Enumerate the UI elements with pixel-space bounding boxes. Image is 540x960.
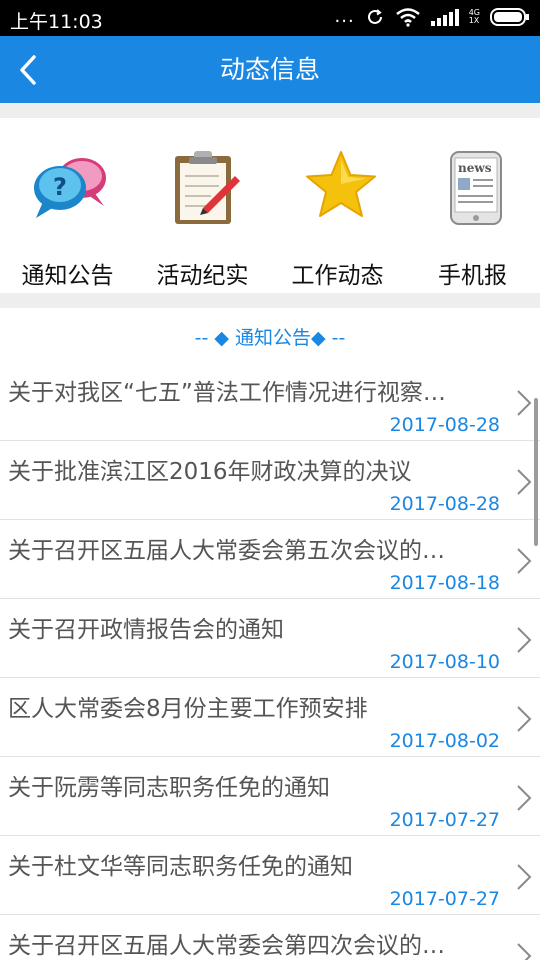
chevron-right-icon [517, 469, 532, 495]
menu-notice-label: 通知公告 [21, 263, 114, 289]
menu-activity-label: 活动纪实 [156, 263, 249, 289]
speech-bubbles-question-icon: ? [34, 158, 106, 218]
svg-text:?: ? [53, 173, 67, 201]
news-date: 2017-08-18 [389, 572, 500, 594]
chevron-right-icon [517, 785, 532, 811]
list-item[interactable]: 关于对我区“七五”普法工作情况进行视察… 2017-08-28 [0, 362, 540, 441]
news-date: 2017-08-02 [389, 730, 500, 752]
status-bar: 上午11:03 ... 4G 1X [0, 0, 540, 36]
list-item[interactable]: 关于阮雳等同志职务任免的通知 2017-07-27 [0, 757, 540, 836]
list-item[interactable]: 关于召开区五届人大常委会第五次会议的… 2017-08-18 [0, 520, 540, 599]
list-item[interactable]: 关于杜文华等同志职务任免的通知 2017-07-27 [0, 836, 540, 915]
menu-notice[interactable]: ? 通知公告 [0, 138, 135, 289]
list-item[interactable]: 关于召开区五届人大常委会第四次会议的… [0, 915, 540, 960]
news-title: 关于召开政情报告会的通知 [8, 617, 284, 643]
battery-icon [490, 8, 529, 26]
news-date: 2017-08-10 [389, 651, 500, 673]
news-date: 2017-07-27 [389, 809, 500, 831]
scrollbar[interactable] [534, 398, 538, 546]
news-title: 区人大常委会8月份主要工作预安排 [8, 696, 368, 722]
list-item[interactable]: 区人大常委会8月份主要工作预安排 2017-08-02 [0, 678, 540, 757]
menu-activity[interactable]: 活动纪实 [135, 138, 270, 289]
news-list: 关于对我区“七五”普法工作情况进行视察… 2017-08-28 关于批准滨江区2… [0, 362, 540, 960]
news-title: 关于批准滨江区2016年财政决算的决议 [8, 459, 412, 485]
signal-icon [430, 9, 459, 26]
news-title: 关于召开区五届人大常委会第五次会议的… [8, 538, 445, 564]
network-sub-label: 1X [468, 16, 480, 25]
news-title: 关于杜文华等同志职务任免的通知 [8, 854, 353, 880]
divider-band [0, 103, 540, 118]
news-title: 关于召开区五届人大常委会第四次会议的… [8, 933, 445, 959]
list-item[interactable]: 关于批准滨江区2016年财政决算的决议 2017-08-28 [0, 441, 540, 520]
network-type: 4G 1X [469, 9, 480, 25]
news-title: 关于阮雳等同志职务任免的通知 [8, 775, 330, 801]
menu-work[interactable]: 工作动态 [270, 138, 405, 289]
star-icon [306, 151, 376, 217]
chevron-right-icon [517, 706, 532, 732]
news-date: 2017-08-28 [389, 493, 500, 515]
status-icons: ... 4G 1X [335, 6, 530, 28]
page-title: 动态信息 [219, 55, 320, 84]
chevron-right-icon [517, 548, 532, 574]
divider-band [0, 293, 540, 308]
chevron-right-icon [517, 627, 532, 653]
news-date: 2017-07-27 [389, 888, 500, 910]
news-phone-icon: news [450, 151, 502, 225]
more-dots-icon: ... [334, 6, 355, 27]
menu-mobile-news-label: 手机报 [438, 263, 507, 289]
wifi-icon [395, 8, 420, 27]
chevron-right-icon [517, 390, 532, 416]
chevron-right-icon [517, 943, 532, 960]
quick-menu: ? 通知公告 活动纪实 工作动态 news 手机报 [0, 118, 540, 293]
title-bar: 动态信息 [0, 36, 540, 103]
list-item[interactable]: 关于召开政情报告会的通知 2017-08-10 [0, 599, 540, 678]
status-time: 上午11:03 [10, 11, 103, 33]
chevron-right-icon [517, 864, 532, 890]
svg-text:news: news [458, 161, 492, 175]
news-title: 关于对我区“七五”普法工作情况进行视察… [8, 380, 446, 406]
section-title: -- ◆ 通知公告◆ -- [194, 327, 346, 349]
menu-work-label: 工作动态 [291, 263, 384, 289]
sync-icon [367, 9, 382, 24]
menu-mobile-news[interactable]: news 手机报 [405, 138, 540, 289]
news-date: 2017-08-28 [389, 414, 500, 436]
clipboard-pen-icon [175, 151, 240, 224]
